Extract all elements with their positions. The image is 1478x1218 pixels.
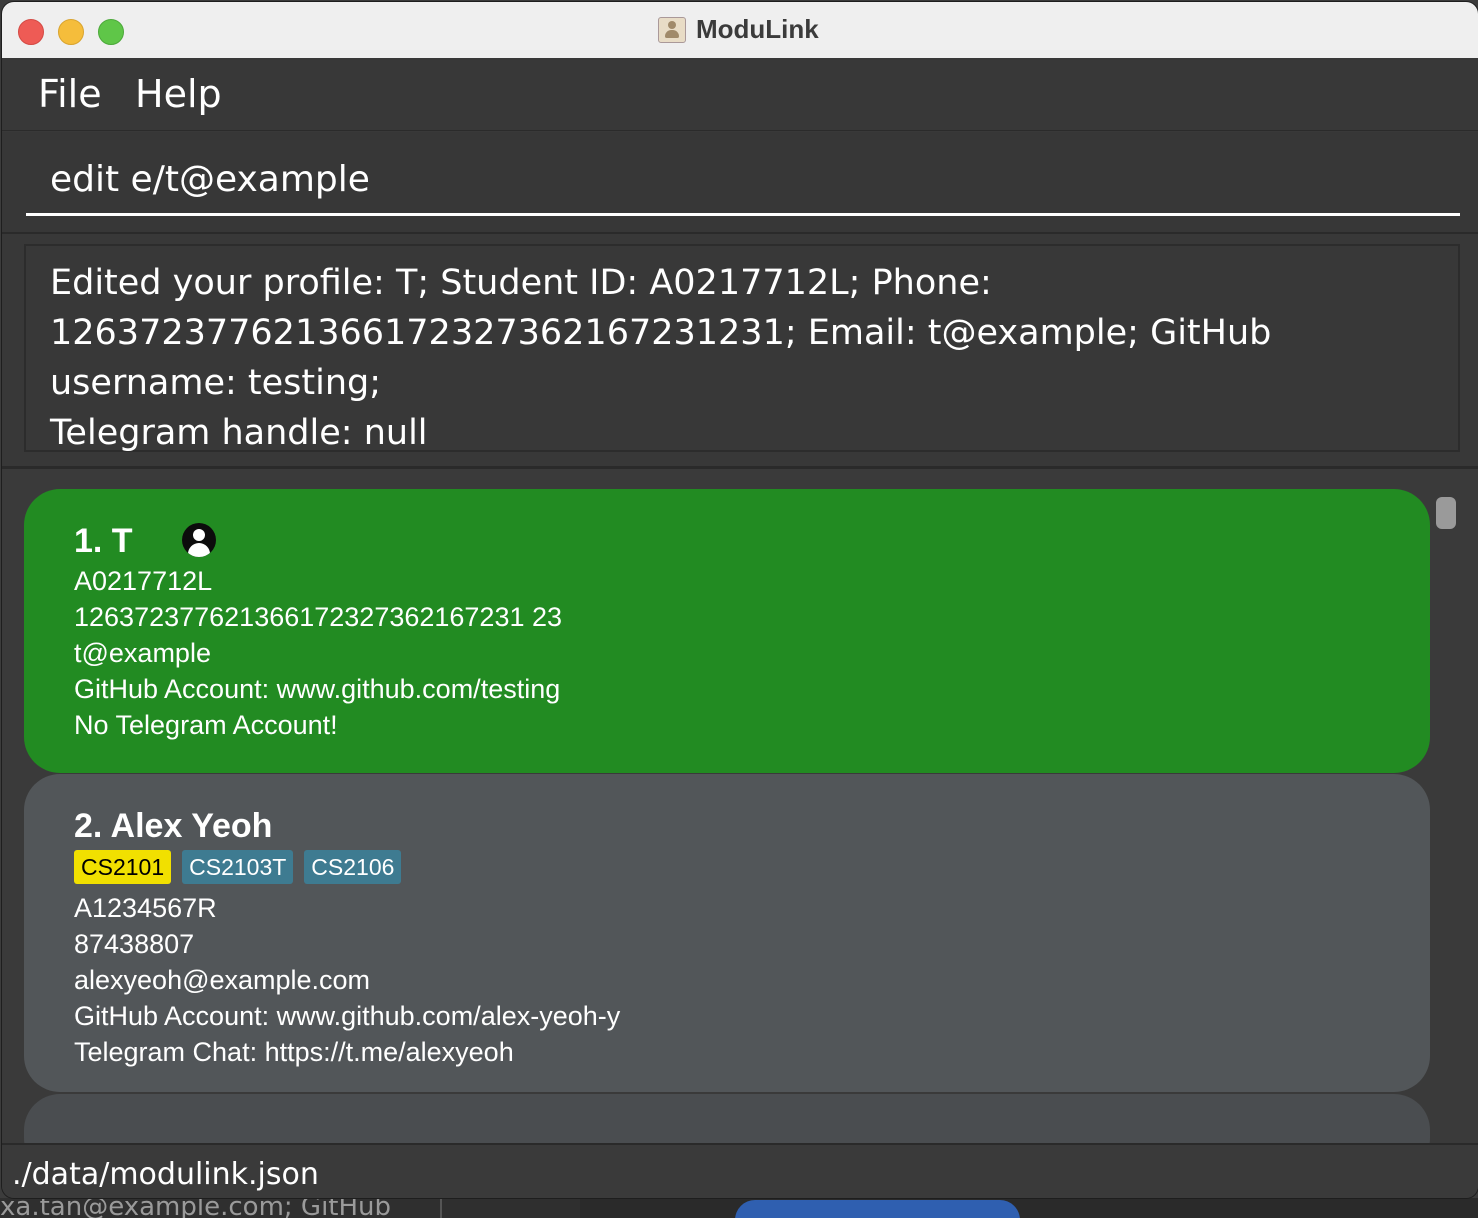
person-name: 1. T (74, 522, 133, 560)
close-window-button[interactable] (18, 19, 44, 45)
app-icon (658, 17, 686, 43)
background-text: xa.tan@example.com; GitHub (0, 1198, 392, 1218)
tag-list: CS2101 CS2103T CS2106 (74, 850, 1380, 890)
result-display: Edited your profile: T; Student ID: A021… (2, 234, 1478, 469)
app-window: ModuLink File Help Edited your profile: … (2, 2, 1478, 1198)
background-panel (580, 1198, 1478, 1218)
maximize-window-button[interactable] (98, 19, 124, 45)
menu-bar: File Help (2, 58, 1478, 131)
person-phone: 126372377621366172327362167231 23 (74, 602, 563, 632)
command-input[interactable] (26, 146, 1460, 216)
person-student-id: A1234567R (74, 893, 217, 923)
result-line: Telegram handle: null (50, 413, 428, 453)
status-bar: ./data/modulink.json (2, 1143, 1478, 1198)
menu-help[interactable]: Help (135, 72, 222, 116)
profile-icon (182, 523, 216, 557)
save-location: ./data/modulink.json (12, 1157, 319, 1192)
title-bar[interactable]: ModuLink (2, 2, 1478, 59)
background-window: xa.tan@example.com; GitHub (0, 1198, 1478, 1218)
person-student-id: A0217712L (74, 566, 213, 596)
result-line: Edited your profile: T; Student ID: A021… (50, 263, 992, 303)
background-divider (440, 1198, 442, 1218)
person-card[interactable] (24, 1094, 1430, 1143)
window-title: ModuLink (696, 14, 819, 44)
result-text-box[interactable]: Edited your profile: T; Student ID: A021… (24, 244, 1460, 453)
tag: CS2106 (304, 850, 402, 884)
minimize-window-button[interactable] (58, 19, 84, 45)
tag: CS2101 (74, 850, 172, 884)
menu-file[interactable]: File (38, 72, 102, 116)
person-list[interactable]: 1. T A0217712L 1263723776213661723273621… (2, 469, 1478, 1143)
person-telegram: Telegram Chat: https://t.me/alexyeoh (74, 1037, 514, 1067)
person-github: GitHub Account: www.github.com/alex-yeoh… (74, 1001, 621, 1031)
person-card[interactable]: 1. T A0217712L 1263723776213661723273621… (24, 489, 1430, 773)
result-line: 126372377621366172327362167231231; Email… (50, 313, 1272, 403)
person-email: alexyeoh@example.com (74, 965, 371, 995)
scrollbar-thumb[interactable] (1436, 497, 1456, 529)
person-name: 2. Alex Yeoh (74, 807, 273, 845)
person-github: GitHub Account: www.github.com/testing (74, 674, 561, 704)
background-button (735, 1200, 1020, 1218)
tag: CS2103T (182, 850, 294, 884)
command-box (2, 132, 1478, 234)
person-card[interactable]: 2. Alex Yeoh CS2101 CS2103T CS2106 A123456… (24, 774, 1430, 1092)
person-phone: 87438807 (74, 929, 195, 959)
person-telegram: No Telegram Account! (74, 710, 338, 740)
person-email: t@example (74, 638, 211, 668)
